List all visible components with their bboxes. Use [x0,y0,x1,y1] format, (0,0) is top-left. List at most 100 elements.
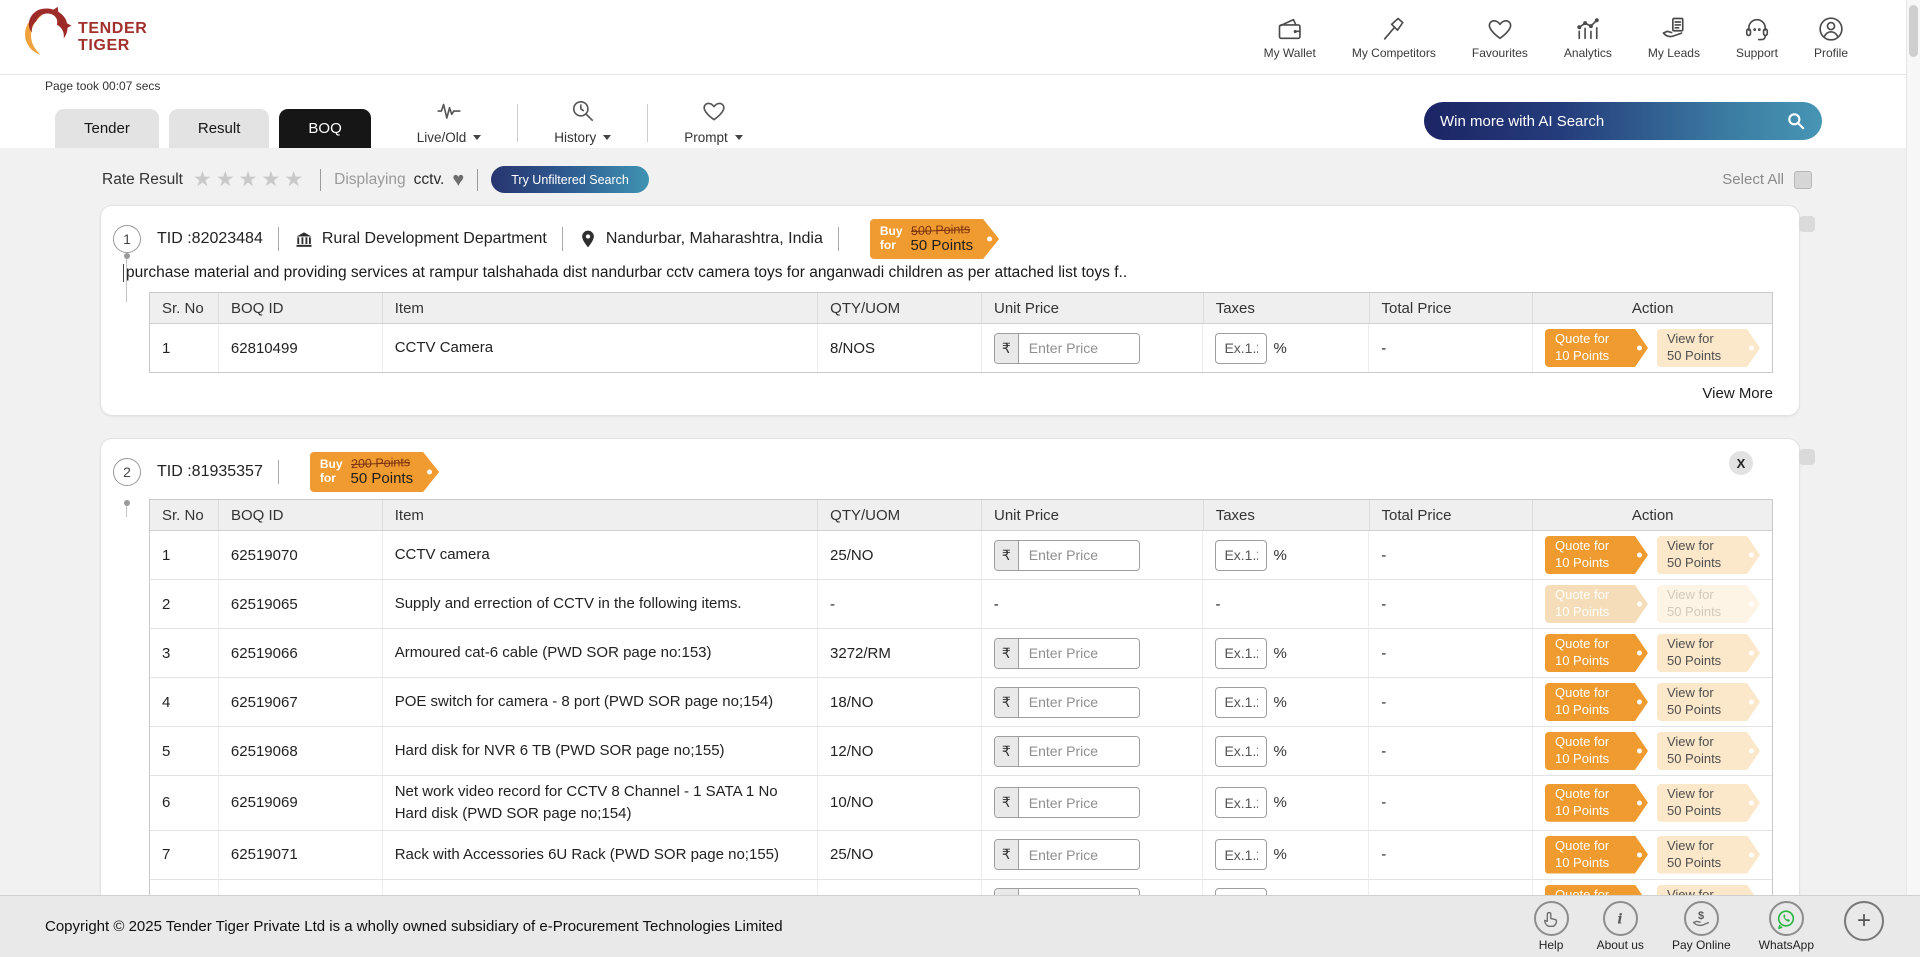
card-side-handle[interactable] [1799,449,1815,465]
star-icon[interactable]: ★ [216,168,239,191]
cell-unit-price: ₹ [981,776,1203,830]
tender-card-2: X 2 TID :81935357 Buyfor 200 Points 50 P… [100,438,1800,942]
view-more-link[interactable]: View More [1702,385,1773,402]
unit-price-input[interactable] [1019,688,1139,717]
column-header: Sr. No [150,293,218,323]
view-for-points-button[interactable]: View for 50 Points [1657,784,1760,822]
column-header: QTY/UOM [817,500,981,530]
quote-for-points-button[interactable]: Quote for 10 Points [1545,836,1648,874]
location-pin-icon [578,229,598,250]
tax-input[interactable] [1215,787,1267,818]
cell-total-price: - [1368,727,1532,775]
cell-qty-uom: 25/NO [817,531,981,579]
favourite-heart-icon[interactable]: ♥ [452,170,464,190]
quote-for-points-button[interactable]: Quote for 10 Points [1545,732,1648,770]
tab-boq[interactable]: BOQ [279,109,370,148]
table-row: 4 62519067 POE switch for camera - 8 por… [150,677,1772,726]
nav-favourites[interactable]: Favourites [1472,15,1528,60]
close-icon[interactable]: X [1729,451,1753,475]
nav-profile[interactable]: Profile [1814,15,1848,60]
cell-item: CCTV Camera [382,324,817,372]
star-icon[interactable]: ★ [261,168,284,191]
nav-my-competitors[interactable]: My Competitors [1352,15,1436,60]
quote-for-points-button[interactable]: Quote for 10 Points [1545,536,1648,574]
unit-price-input[interactable] [1019,334,1139,363]
tender-header: 1 TID :82023484 Rural Development Depart… [113,218,1773,260]
unit-price-input[interactable] [1019,737,1139,766]
tendertiger-logo[interactable]: TENDER TIGER [14,5,147,70]
view-for-points-button[interactable]: View for 50 Points [1657,536,1760,574]
nav-support[interactable]: Support [1736,15,1778,60]
table-row: 1 62810499 CCTV Camera 8/NOS ₹ % - Quote… [150,324,1772,372]
tax-input[interactable] [1215,638,1267,669]
card-side-handle[interactable] [1799,216,1815,232]
tax-input[interactable] [1215,736,1267,767]
view-for-points-button[interactable]: View for 50 Points [1657,836,1760,874]
tab-bar: Tender Result BOQ [55,109,381,148]
tab-tender[interactable]: Tender [55,109,159,148]
column-header: Total Price [1369,293,1533,323]
scrollbar-track[interactable] [1906,0,1920,957]
rupee-icon: ₹ [995,639,1019,668]
cell-sr-no: 6 [150,776,218,830]
select-all-checkbox[interactable] [1794,171,1812,189]
view-for-points-button[interactable]: View for 50 Points [1657,329,1760,367]
empty-value: - [1215,596,1220,613]
tax-input[interactable] [1215,540,1267,571]
tax-field: % [1215,540,1286,571]
tax-input[interactable] [1215,687,1267,718]
cell-total-price: - [1368,629,1532,677]
table-row: 7 62519071 Rack with Accessories 6U Rack… [150,830,1772,879]
unit-price-input[interactable] [1019,840,1139,869]
expand-plus-button[interactable]: + [1844,901,1884,941]
unit-price-field: ₹ [994,787,1140,818]
ai-search-input[interactable]: Win more with AI Search [1424,102,1822,140]
quote-for-points-button[interactable]: Quote for 10 Points [1545,784,1648,822]
footer-pay-online[interactable]: $ Pay Online [1672,901,1731,952]
svg-text:i: i [1618,911,1623,927]
buy-for-points-ribbon[interactable]: Buyfor 500 Points 50 Points [870,219,999,259]
footer-help[interactable]: Help [1534,901,1569,952]
column-header: BOQ ID [218,500,382,530]
column-header: Total Price [1369,500,1533,530]
tree-connector [126,256,148,302]
cell-boq-id: 62810499 [218,324,382,372]
table-header-row: Sr. NoBOQ IDItemQTY/UOMUnit PriceTaxesTo… [150,500,1772,531]
percent-label: % [1273,743,1286,760]
scrollbar-thumb[interactable] [1909,5,1918,57]
rating-stars[interactable]: ★★★★★ [193,169,307,190]
text-cursor [123,264,124,282]
view-for-points-button[interactable]: View for 50 Points [1657,683,1760,721]
unit-price-field: ₹ [994,333,1140,364]
unit-price-input[interactable] [1019,639,1139,668]
tab-result[interactable]: Result [169,109,270,148]
unit-price-input[interactable] [1019,788,1139,817]
view-for-points-button[interactable]: View for 50 Points [1657,634,1760,672]
search-icon[interactable] [1786,111,1806,131]
footer-about-us[interactable]: i About us [1597,901,1644,952]
dropdown-prompt[interactable]: Prompt [648,98,779,148]
footer-whatsapp[interactable]: WhatsApp [1759,901,1814,952]
star-icon[interactable]: ★ [239,168,262,191]
view-for-points-button[interactable]: View for 50 Points [1657,732,1760,770]
unit-price-field: ₹ [994,687,1140,718]
star-icon[interactable]: ★ [284,168,307,191]
tax-input[interactable] [1215,839,1267,870]
nav-analytics[interactable]: Analytics [1564,15,1612,60]
quote-for-points-button[interactable]: Quote for 10 Points [1545,683,1648,721]
cell-qty-uom: 3272/RM [817,629,981,677]
top-header: TENDER TIGER My Wallet My Competitors Fa… [0,0,1920,75]
dropdown-live-old[interactable]: Live/Old [381,98,518,148]
cell-qty-uom: 10/NO [817,776,981,830]
dropdown-history[interactable]: History [518,98,647,148]
star-icon[interactable]: ★ [193,168,216,191]
nav-my-leads[interactable]: My Leads [1648,15,1700,60]
buy-for-points-ribbon[interactable]: Buyfor 200 Points 50 Points [310,452,439,492]
tax-input[interactable] [1215,333,1267,364]
nav-my-wallet[interactable]: My Wallet [1264,15,1316,60]
try-unfiltered-search-button[interactable]: Try Unfiltered Search [491,166,649,193]
column-header: QTY/UOM [817,293,981,323]
unit-price-input[interactable] [1019,541,1139,570]
quote-for-points-button[interactable]: Quote for 10 Points [1545,634,1648,672]
quote-for-points-button[interactable]: Quote for 10 Points [1545,329,1648,367]
